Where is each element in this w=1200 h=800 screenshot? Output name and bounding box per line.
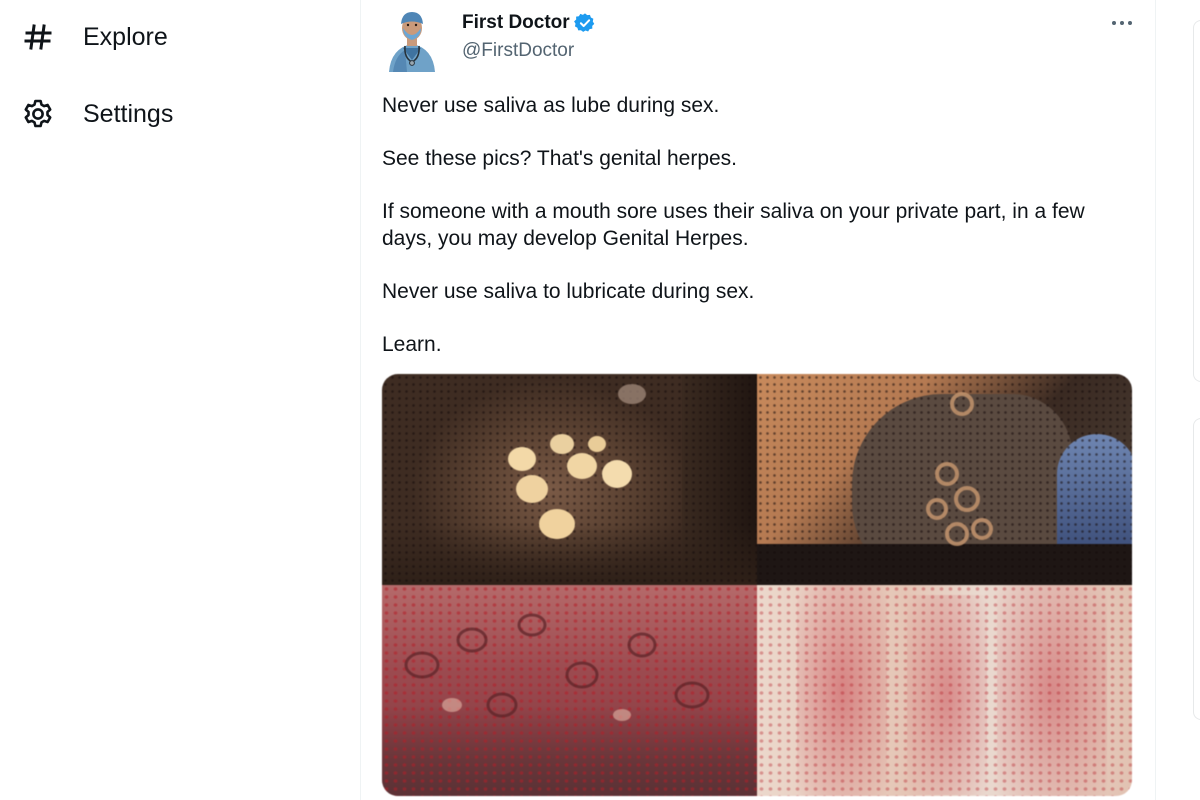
tweet-paragraph: If someone with a mouth sore uses their … bbox=[382, 200, 1085, 250]
nav-label-settings: Settings bbox=[83, 99, 174, 128]
hashtag-icon bbox=[22, 21, 54, 53]
avatar[interactable] bbox=[385, 6, 439, 72]
more-options-button[interactable] bbox=[1109, 10, 1135, 36]
tweet-text: Never use saliva as lube during sex. See… bbox=[382, 92, 1137, 358]
tweet-paragraph: Never use saliva as lube during sex. bbox=[382, 94, 720, 117]
nav-label-explore: Explore bbox=[83, 22, 168, 51]
nav-item-settings[interactable]: Settings bbox=[22, 88, 191, 140]
more-horizontal-icon bbox=[1111, 14, 1133, 32]
nav-item-explore[interactable]: Explore bbox=[22, 11, 186, 63]
tweet-paragraph: See these pics? That's genital herpes. bbox=[382, 147, 738, 170]
author-name-row[interactable]: First Doctor bbox=[462, 12, 596, 34]
verified-badge-icon bbox=[573, 12, 596, 34]
media-photo-2[interactable] bbox=[757, 374, 1132, 585]
tweet-media-grid[interactable] bbox=[382, 374, 1132, 796]
tweet-paragraph: Never use saliva to lubricate during sex… bbox=[382, 280, 755, 303]
media-photo-4[interactable] bbox=[757, 585, 1132, 796]
gear-icon bbox=[22, 98, 54, 130]
media-photo-1[interactable] bbox=[382, 374, 757, 585]
tweet-column: First Doctor @FirstDoctor Never use sali… bbox=[360, 0, 1156, 800]
sidebar-card-edge bbox=[1193, 418, 1200, 720]
tweet-paragraph: Learn. bbox=[382, 333, 442, 356]
sidebar-card-edge bbox=[1193, 20, 1200, 382]
left-navigation: Explore Settings bbox=[0, 0, 360, 800]
author-handle[interactable]: @FirstDoctor bbox=[462, 40, 574, 62]
author-name: First Doctor bbox=[462, 12, 570, 33]
media-photo-3[interactable] bbox=[382, 585, 757, 796]
